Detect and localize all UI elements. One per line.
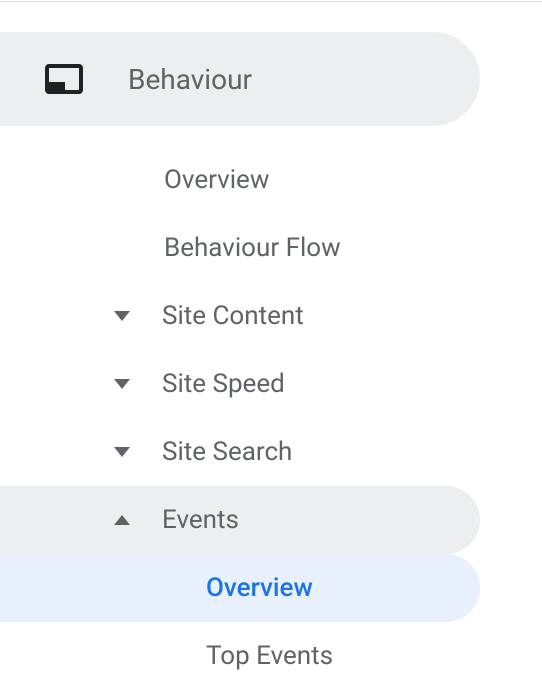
- nav-subitem-label: Overview: [206, 573, 313, 603]
- chevron-down-icon: [112, 374, 132, 394]
- web-page-icon: [44, 59, 84, 99]
- divider: [0, 1, 542, 2]
- nav-item-events[interactable]: Events: [0, 486, 480, 554]
- nav-item-site-search[interactable]: Site Search: [0, 418, 480, 486]
- nav-subitem-events-overview[interactable]: Overview: [0, 554, 480, 622]
- nav-subitem-label: Top Events: [206, 641, 333, 671]
- chevron-up-icon: [112, 510, 132, 530]
- nav-item-label: Site Content: [162, 301, 304, 331]
- nav-item-label: Site Search: [162, 437, 292, 467]
- nav-subitems: Overview Behaviour Flow Site Content Sit…: [0, 126, 542, 690]
- nav-section-behaviour[interactable]: Behaviour: [0, 32, 480, 126]
- nav-sidebar: Behaviour Overview Behaviour Flow Site C…: [0, 32, 542, 690]
- nav-item-site-speed[interactable]: Site Speed: [0, 350, 480, 418]
- nav-item-label: Events: [162, 505, 239, 535]
- nav-item-label: Overview: [164, 165, 269, 195]
- nav-item-overview[interactable]: Overview: [0, 146, 480, 214]
- nav-item-label: Site Speed: [162, 369, 285, 399]
- nav-subitem-events-top-events[interactable]: Top Events: [0, 622, 480, 690]
- nav-item-site-content[interactable]: Site Content: [0, 282, 480, 350]
- nav-item-behaviour-flow[interactable]: Behaviour Flow: [0, 214, 480, 282]
- chevron-down-icon: [112, 306, 132, 326]
- nav-section-label: Behaviour: [128, 63, 252, 96]
- chevron-down-icon: [112, 442, 132, 462]
- nav-item-label: Behaviour Flow: [164, 233, 341, 263]
